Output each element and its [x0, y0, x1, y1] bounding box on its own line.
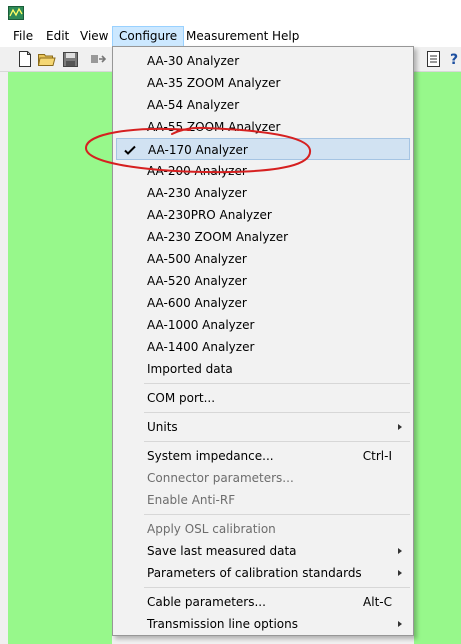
menu-item-aa-55-zoom[interactable]: AA-55 ZOOM Analyzer	[116, 116, 410, 138]
menu-item-aa-230pro[interactable]: AA-230PRO Analyzer	[116, 204, 410, 226]
menu-item-com-port[interactable]: COM port...	[116, 387, 410, 409]
menu-item-aa-230[interactable]: AA-230 Analyzer	[116, 182, 410, 204]
menu-item-aa-1400[interactable]: AA-1400 Analyzer	[116, 336, 410, 358]
menu-item-apply-osl: Apply OSL calibration	[147, 522, 276, 536]
menu-item-aa-500[interactable]: AA-500 Analyzer	[116, 248, 410, 270]
menu-item-aa-230-zoom[interactable]: AA-230 ZOOM Analyzer	[116, 226, 410, 248]
menu-item-imported-data[interactable]: Imported data	[116, 358, 410, 380]
save-icon[interactable]	[61, 50, 79, 68]
menu-bar: File Edit View Configure Measurement Hel…	[0, 26, 461, 48]
menu-item-connector-parameters: Connector parameters...	[147, 471, 294, 485]
menu-separator	[144, 587, 410, 588]
title-bar	[0, 0, 461, 26]
menu-item-save-last-measured[interactable]: Save last measured data	[116, 540, 410, 562]
menu-item-calibration-standards[interactable]: Parameters of calibration standards	[116, 562, 410, 584]
menu-item-transmission-line-options[interactable]: Transmission line options	[116, 613, 410, 635]
menu-view[interactable]: View	[74, 26, 114, 47]
configure-dropdown: AA-30 Analyzer AA-35 ZOOM Analyzer AA-54…	[112, 46, 414, 636]
open-folder-icon[interactable]	[38, 50, 56, 68]
submenu-arrow-icon	[398, 621, 402, 627]
submenu-arrow-icon	[398, 570, 402, 576]
menu-configure[interactable]: Configure	[112, 26, 185, 47]
menu-item-aa-200[interactable]: AA-200 Analyzer	[116, 160, 410, 182]
menu-edit[interactable]: Edit	[40, 26, 75, 47]
menu-item-aa-30[interactable]: AA-30 Analyzer	[116, 50, 410, 72]
graph-area[interactable]	[8, 72, 112, 644]
shortcut-label: Alt-C	[363, 595, 392, 609]
menu-separator	[144, 383, 410, 384]
menu-item-units[interactable]: Units	[116, 416, 410, 438]
menu-separator	[144, 514, 410, 515]
menu-item-aa-35-zoom[interactable]: AA-35 ZOOM Analyzer	[116, 72, 410, 94]
export-icon[interactable]	[90, 50, 108, 68]
svg-text:?: ?	[450, 52, 458, 67]
menu-separator	[144, 412, 410, 413]
shortcut-label: Ctrl-I	[362, 449, 392, 463]
copy-icon[interactable]	[425, 50, 443, 68]
menu-item-aa-1000[interactable]: AA-1000 Analyzer	[116, 314, 410, 336]
menu-item-system-impedance[interactable]: System impedance... Ctrl-I	[116, 445, 410, 467]
app-icon[interactable]	[8, 6, 24, 20]
submenu-arrow-icon	[398, 424, 402, 430]
menu-measurement[interactable]: Measurement	[180, 26, 274, 47]
menu-item-enable-anti-rf: Enable Anti-RF	[147, 493, 236, 507]
menu-item-cable-parameters[interactable]: Cable parameters... Alt-C	[116, 591, 410, 613]
checkmark-icon	[124, 145, 136, 155]
menu-file[interactable]: File	[7, 26, 39, 47]
help-icon[interactable]: ?	[446, 50, 461, 68]
menu-item-aa-170[interactable]: AA-170 Analyzer	[116, 138, 410, 160]
menu-separator	[144, 441, 410, 442]
menu-item-aa-54[interactable]: AA-54 Analyzer	[116, 94, 410, 116]
new-file-icon[interactable]	[16, 50, 34, 68]
menu-item-aa-600[interactable]: AA-600 Analyzer	[116, 292, 410, 314]
submenu-arrow-icon	[398, 548, 402, 554]
menu-item-aa-520[interactable]: AA-520 Analyzer	[116, 270, 410, 292]
menu-help[interactable]: Help	[266, 26, 305, 47]
graph-area-right[interactable]	[414, 72, 461, 644]
